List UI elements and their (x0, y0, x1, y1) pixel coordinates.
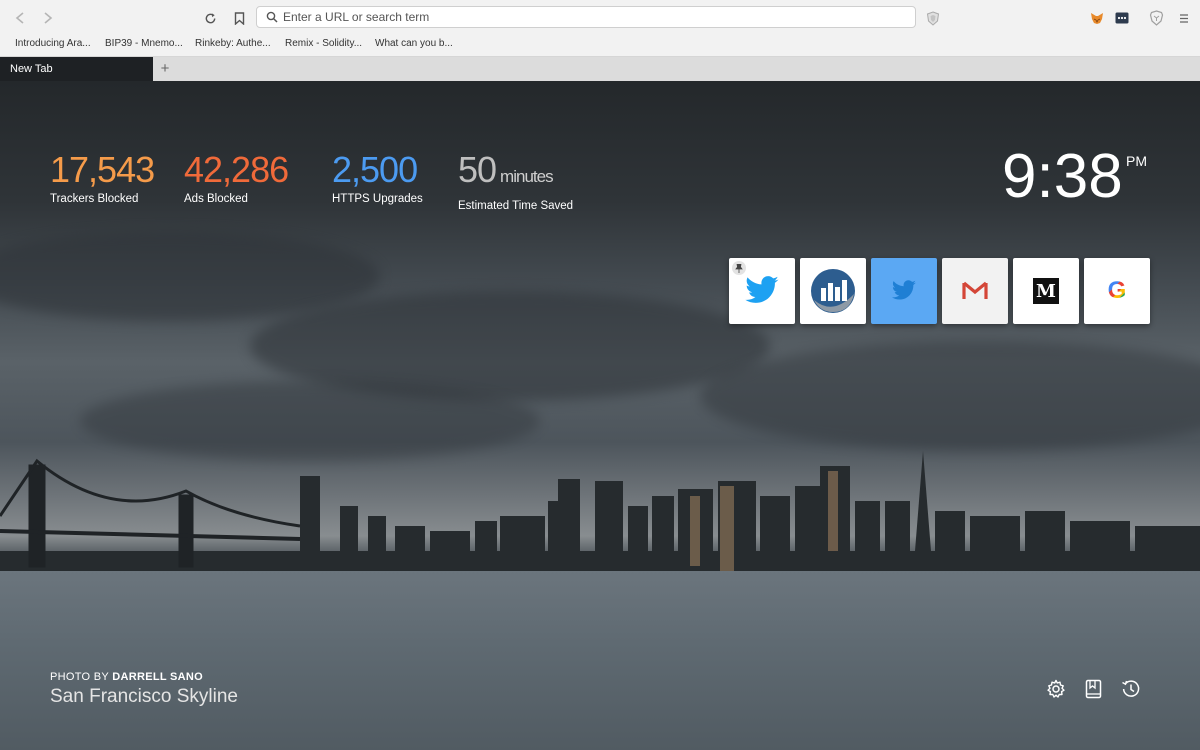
shields-button[interactable] (922, 7, 944, 29)
back-button[interactable] (9, 7, 31, 29)
bookmark-item[interactable]: Introducing Ara... (15, 38, 91, 49)
menu-button[interactable] (1173, 7, 1195, 29)
top-site-twitter[interactable] (729, 258, 795, 324)
history-clock-icon (1122, 680, 1140, 697)
reload-button[interactable] (199, 7, 221, 29)
bookmarks-button[interactable] (1085, 679, 1102, 704)
stat-value: 17,543 (50, 149, 155, 190)
bookmark-item[interactable]: BIP39 - Mnemo... (105, 38, 183, 49)
search-icon (266, 11, 278, 23)
photo-author: DARRELL SANO (112, 671, 204, 683)
twitter-icon (891, 280, 916, 300)
clock-time: 9:38 (1002, 142, 1123, 211)
reload-icon (205, 12, 215, 23)
photo-credit: PHOTO BY DARRELL SANO San Francisco Skyl… (50, 671, 238, 708)
stat-value: 50 (458, 149, 497, 190)
photo-author-line: PHOTO BY DARRELL SANO (50, 671, 238, 683)
browser-toolbar (0, 0, 1200, 35)
bookmark-item[interactable]: What can you b... (375, 38, 453, 49)
brave-lion-icon (1149, 10, 1163, 26)
stat-time-saved: 50 minutes Estimated Time Saved (458, 149, 574, 213)
url-input[interactable] (283, 7, 883, 27)
shield-icon (926, 10, 940, 26)
skyline-illustration (0, 451, 1200, 576)
bookmark-item[interactable]: Remix - Solidity... (285, 38, 362, 49)
back-arrow-icon (15, 12, 24, 24)
bookmark-icon (234, 11, 244, 25)
clock: 9:38 PM (1002, 142, 1147, 211)
stat-value: 42,286 (184, 149, 289, 190)
bookmark-item[interactable]: Rinkeby: Authe... (195, 38, 271, 49)
forward-button[interactable] (37, 7, 59, 29)
forward-arrow-icon (44, 12, 53, 24)
bookmark-button[interactable] (228, 7, 250, 29)
top-site-analytics[interactable] (800, 258, 866, 324)
stat-label: Ads Blocked (184, 193, 248, 205)
history-button[interactable] (1121, 679, 1141, 704)
pin-icon[interactable] (732, 261, 746, 275)
url-bar[interactable] (256, 6, 916, 28)
stat-trackers-blocked: 17,543 Trackers Blocked (50, 149, 155, 206)
stat-label: Estimated Time Saved (458, 200, 574, 212)
gear-icon (1047, 679, 1065, 698)
fox-icon (1091, 13, 1103, 24)
top-site-twitter-2[interactable] (871, 258, 937, 324)
stat-unit: minutes (500, 167, 554, 186)
top-site-medium[interactable]: M (1013, 258, 1079, 324)
stat-label: Trackers Blocked (50, 193, 139, 205)
medium-icon: M (1033, 278, 1059, 304)
new-tab-button[interactable]: + (156, 57, 174, 81)
bookmarks-book-icon (1085, 679, 1102, 699)
site-logo-icon (811, 269, 855, 313)
stat-https-upgrades: 2,500 HTTPS Upgrades (332, 149, 423, 206)
cloud-shape (700, 341, 1200, 451)
top-site-google[interactable]: G (1084, 258, 1150, 324)
stat-ads-blocked: 42,286 Ads Blocked (184, 149, 289, 206)
password-manager-extension-button[interactable] (1111, 7, 1133, 29)
twitter-icon (745, 276, 779, 303)
photo-by-prefix: PHOTO BY (50, 671, 109, 683)
top-site-gmail[interactable] (942, 258, 1008, 324)
hamburger-menu-icon (1180, 13, 1188, 23)
clock-ampm: PM (1126, 153, 1147, 169)
tab-new-tab[interactable]: New Tab (0, 57, 153, 81)
metamask-extension-button[interactable] (1086, 7, 1108, 29)
new-tab-page: 17,543 Trackers Blocked 42,286 Ads Block… (0, 81, 1200, 750)
settings-button[interactable] (1046, 679, 1066, 704)
tab-strip: New Tab + (0, 57, 1200, 81)
stat-label: HTTPS Upgrades (332, 193, 423, 205)
brave-rewards-button[interactable] (1145, 7, 1167, 29)
photo-title: San Francisco Skyline (50, 686, 238, 707)
stat-value: 2,500 (332, 149, 418, 190)
password-dots-icon (1115, 12, 1129, 24)
google-icon: G (1107, 277, 1127, 304)
gmail-icon (962, 281, 988, 299)
bookmarks-bar: Introducing Ara... BIP39 - Mnemo... Rink… (0, 35, 1200, 57)
bay-water (0, 571, 1200, 750)
